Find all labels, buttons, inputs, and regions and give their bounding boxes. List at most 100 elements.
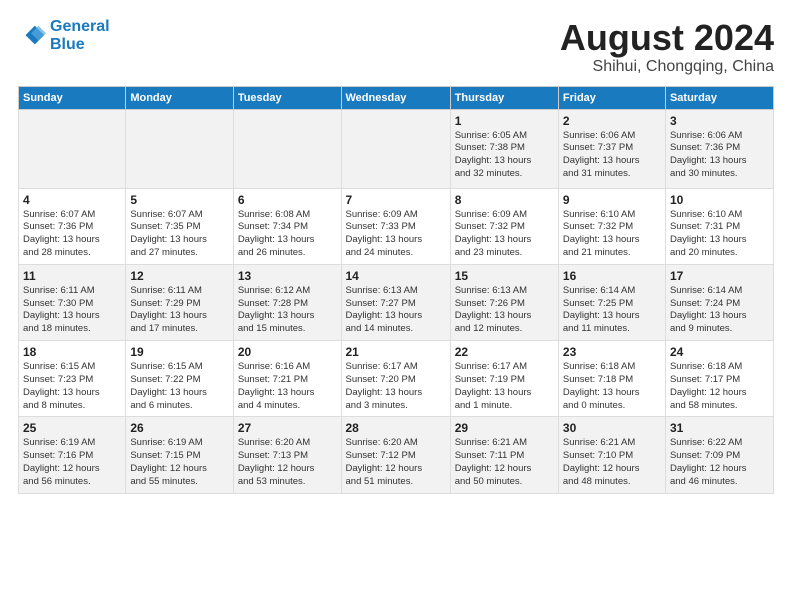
calendar-cell: 24 Sunrise: 6:18 AMSunset: 7:17 PMDayligh… xyxy=(665,341,773,417)
calendar-body: 1Sunrise: 6:05 AMSunset: 7:38 PMDaylight… xyxy=(19,109,774,493)
logo-blue: Blue xyxy=(50,36,85,53)
day-number: 8 xyxy=(455,193,554,207)
day-info: Sunrise: 6:09 AMSunset: 7:33 PMDaylight:… xyxy=(346,209,446,260)
calendar-cell xyxy=(126,109,233,188)
day-number: 2 xyxy=(563,114,661,128)
day-number: 28 xyxy=(346,421,446,435)
day-number: 25 xyxy=(23,421,121,435)
day-number: 19 xyxy=(130,345,228,359)
day-number: 31 xyxy=(670,421,769,435)
calendar-cell: 11 Sunrise: 6:11 AMSunset: 7:30 PMDayligh… xyxy=(19,264,126,340)
day-number: 21 xyxy=(346,345,446,359)
day-number: 6 xyxy=(238,193,337,207)
col-sunday: Sunday xyxy=(19,86,126,109)
day-info: Sunrise: 6:21 AMSunset: 7:11 PMDaylight:… xyxy=(455,437,554,488)
col-monday: Monday xyxy=(126,86,233,109)
day-number: 29 xyxy=(455,421,554,435)
calendar-cell: 16Sunrise: 6:14 AMSunset: 7:25 PMDayligh… xyxy=(558,264,665,340)
calendar-cell: 15 Sunrise: 6:13 AMSunset: 7:26 PMDayligh… xyxy=(450,264,558,340)
calendar-cell: 9Sunrise: 6:10 AMSunset: 7:32 PMDaylight… xyxy=(558,188,665,264)
day-number: 17 xyxy=(670,269,769,283)
day-number: 23 xyxy=(563,345,661,359)
calendar-week-2: 4Sunrise: 6:07 AMSunset: 7:36 PMDaylight… xyxy=(19,188,774,264)
calendar-cell: 25 Sunrise: 6:19 AMSunset: 7:16 PMDayligh… xyxy=(19,417,126,493)
calendar-cell: 27 Sunrise: 6:20 AMSunset: 7:13 PMDayligh… xyxy=(233,417,341,493)
day-number: 12 xyxy=(130,269,228,283)
day-info: Sunrise: 6:12 AMSunset: 7:28 PMDaylight:… xyxy=(238,285,337,336)
day-number: 30 xyxy=(563,421,661,435)
day-number: 26 xyxy=(130,421,228,435)
day-info: Sunrise: 6:17 AMSunset: 7:20 PMDaylight:… xyxy=(346,361,446,412)
calendar-week-1: 1Sunrise: 6:05 AMSunset: 7:38 PMDaylight… xyxy=(19,109,774,188)
title-block: August 2024 Shihui, Chongqing, China xyxy=(560,18,774,76)
calendar-week-3: 11 Sunrise: 6:11 AMSunset: 7:30 PMDayligh… xyxy=(19,264,774,340)
day-info: Sunrise: 6:19 AMSunset: 7:15 PMDaylight:… xyxy=(130,437,228,488)
day-info: Sunrise: 6:20 AMSunset: 7:12 PMDaylight:… xyxy=(346,437,446,488)
calendar-cell: 7 Sunrise: 6:09 AMSunset: 7:33 PMDaylight… xyxy=(341,188,450,264)
calendar-cell: 18 Sunrise: 6:15 AMSunset: 7:23 PMDayligh… xyxy=(19,341,126,417)
calendar-cell: 17 Sunrise: 6:14 AMSunset: 7:24 PMDayligh… xyxy=(665,264,773,340)
calendar-week-5: 25 Sunrise: 6:19 AMSunset: 7:16 PMDayligh… xyxy=(19,417,774,493)
day-info: Sunrise: 6:15 AMSunset: 7:22 PMDaylight:… xyxy=(130,361,228,412)
calendar-cell: 23 Sunrise: 6:18 AMSunset: 7:18 PMDayligh… xyxy=(558,341,665,417)
logo: General Blue xyxy=(18,18,110,53)
col-wednesday: Wednesday xyxy=(341,86,450,109)
logo-icon xyxy=(18,22,46,50)
main-title: August 2024 xyxy=(560,18,774,58)
calendar-cell xyxy=(233,109,341,188)
day-info: Sunrise: 6:07 AMSunset: 7:36 PMDaylight:… xyxy=(23,209,121,260)
day-number: 15 xyxy=(455,269,554,283)
day-info: Sunrise: 6:06 AMSunset: 7:37 PMDaylight:… xyxy=(563,130,661,181)
day-number: 11 xyxy=(23,269,121,283)
header-row: Sunday Monday Tuesday Wednesday Thursday… xyxy=(19,86,774,109)
day-info: Sunrise: 6:09 AMSunset: 7:32 PMDaylight:… xyxy=(455,209,554,260)
day-number: 27 xyxy=(238,421,337,435)
day-number: 13 xyxy=(238,269,337,283)
day-info: Sunrise: 6:18 AMSunset: 7:17 PMDaylight:… xyxy=(670,361,769,412)
calendar-cell: 13 Sunrise: 6:12 AMSunset: 7:28 PMDayligh… xyxy=(233,264,341,340)
calendar-cell: 28 Sunrise: 6:20 AMSunset: 7:12 PMDayligh… xyxy=(341,417,450,493)
col-saturday: Saturday xyxy=(665,86,773,109)
day-number: 24 xyxy=(670,345,769,359)
calendar-table: Sunday Monday Tuesday Wednesday Thursday… xyxy=(18,86,774,494)
calendar-cell: 12Sunrise: 6:11 AMSunset: 7:29 PMDayligh… xyxy=(126,264,233,340)
calendar-cell xyxy=(341,109,450,188)
day-info: Sunrise: 6:07 AMSunset: 7:35 PMDaylight:… xyxy=(130,209,228,260)
day-info: Sunrise: 6:18 AMSunset: 7:18 PMDaylight:… xyxy=(563,361,661,412)
day-info: Sunrise: 6:19 AMSunset: 7:16 PMDaylight:… xyxy=(23,437,121,488)
day-info: Sunrise: 6:20 AMSunset: 7:13 PMDaylight:… xyxy=(238,437,337,488)
day-number: 22 xyxy=(455,345,554,359)
day-info: Sunrise: 6:08 AMSunset: 7:34 PMDaylight:… xyxy=(238,209,337,260)
day-number: 14 xyxy=(346,269,446,283)
col-tuesday: Tuesday xyxy=(233,86,341,109)
calendar-cell: 19 Sunrise: 6:15 AMSunset: 7:22 PMDayligh… xyxy=(126,341,233,417)
day-info: Sunrise: 6:14 AMSunset: 7:24 PMDaylight:… xyxy=(670,285,769,336)
day-info: Sunrise: 6:06 AMSunset: 7:36 PMDaylight:… xyxy=(670,130,769,181)
page: General Blue August 2024 Shihui, Chongqi… xyxy=(0,0,792,612)
calendar-cell: 29 Sunrise: 6:21 AMSunset: 7:11 PMDayligh… xyxy=(450,417,558,493)
col-friday: Friday xyxy=(558,86,665,109)
day-number: 10 xyxy=(670,193,769,207)
calendar-cell: 22Sunrise: 6:17 AMSunset: 7:19 PMDayligh… xyxy=(450,341,558,417)
col-thursday: Thursday xyxy=(450,86,558,109)
logo-text: General Blue xyxy=(50,18,110,53)
day-number: 3 xyxy=(670,114,769,128)
day-number: 9 xyxy=(563,193,661,207)
day-number: 5 xyxy=(130,193,228,207)
day-number: 16 xyxy=(563,269,661,283)
logo-general: General xyxy=(50,18,110,35)
day-info: Sunrise: 6:21 AMSunset: 7:10 PMDaylight:… xyxy=(563,437,661,488)
calendar-cell: 3 Sunrise: 6:06 AMSunset: 7:36 PMDaylight… xyxy=(665,109,773,188)
day-number: 18 xyxy=(23,345,121,359)
calendar-cell: 2 Sunrise: 6:06 AMSunset: 7:37 PMDaylight… xyxy=(558,109,665,188)
day-info: Sunrise: 6:10 AMSunset: 7:31 PMDaylight:… xyxy=(670,209,769,260)
calendar-cell: 5 Sunrise: 6:07 AMSunset: 7:35 PMDaylight… xyxy=(126,188,233,264)
day-info: Sunrise: 6:13 AMSunset: 7:26 PMDaylight:… xyxy=(455,285,554,336)
calendar-cell: 31Sunrise: 6:22 AMSunset: 7:09 PMDayligh… xyxy=(665,417,773,493)
day-info: Sunrise: 6:16 AMSunset: 7:21 PMDaylight:… xyxy=(238,361,337,412)
day-info: Sunrise: 6:15 AMSunset: 7:23 PMDaylight:… xyxy=(23,361,121,412)
day-number: 7 xyxy=(346,193,446,207)
calendar-cell: 4Sunrise: 6:07 AMSunset: 7:36 PMDaylight… xyxy=(19,188,126,264)
day-info: Sunrise: 6:11 AMSunset: 7:30 PMDaylight:… xyxy=(23,285,121,336)
calendar-cell xyxy=(19,109,126,188)
